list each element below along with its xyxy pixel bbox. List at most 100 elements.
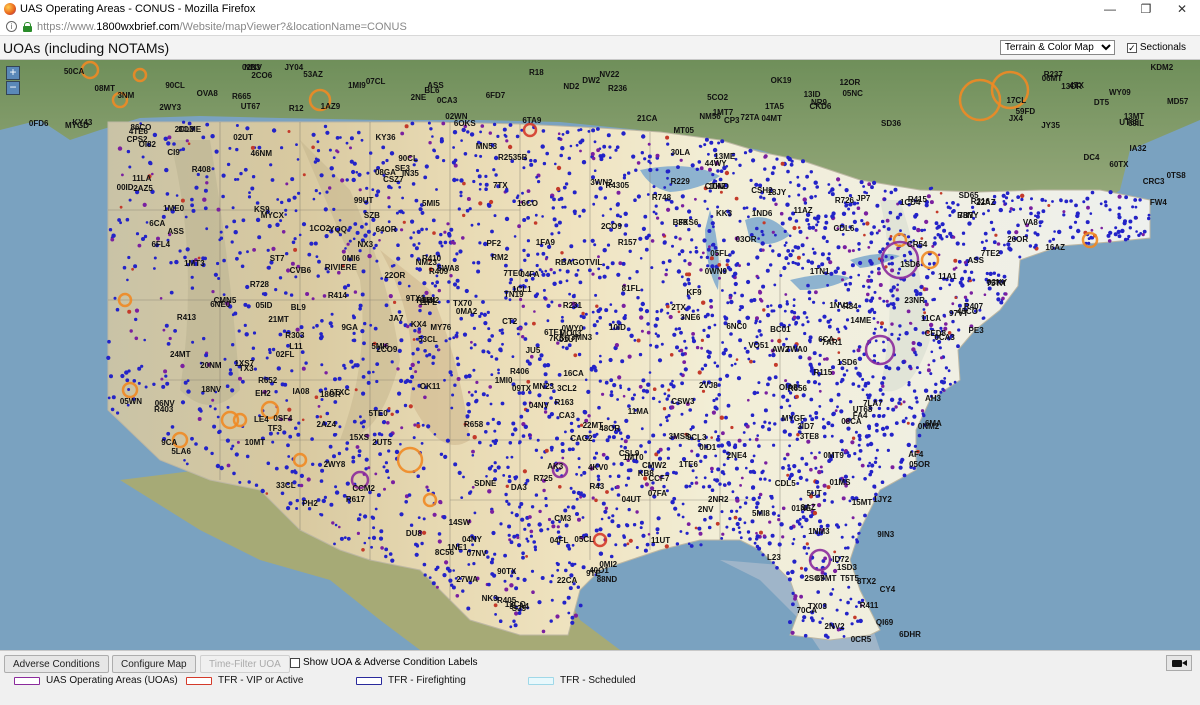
uoa-dot: [854, 366, 858, 370]
uoa-dot: [807, 546, 810, 550]
map-label: 05WN: [119, 396, 143, 406]
uoa-dot: [745, 496, 749, 499]
zoom-in-button[interactable]: +: [6, 66, 20, 80]
uoa-dot: [846, 451, 850, 455]
uoa-dot: [841, 233, 845, 236]
uoa-dot: [535, 263, 539, 268]
uoa-dot: [352, 331, 356, 335]
uoa-dot: [578, 280, 583, 285]
uoa-dot: [789, 162, 794, 167]
uoa-dot: [783, 229, 787, 233]
map-label: CRC3: [1142, 176, 1165, 186]
uoa-dot: [399, 378, 404, 383]
uoa-dot: [476, 260, 481, 265]
uoa-dot: [374, 243, 378, 248]
uoa-dot: [628, 249, 632, 253]
uoa-dot: [550, 598, 554, 602]
uoa-dot: [511, 355, 515, 358]
uoa-dot: [918, 371, 922, 375]
close-button[interactable]: ✕: [1164, 0, 1200, 18]
uoa-dot: [680, 381, 684, 386]
uoa-dot: [378, 452, 382, 456]
sectionals-checkbox[interactable]: ✓: [1126, 42, 1137, 53]
uoa-dot: [570, 620, 575, 625]
uoa-dot: [297, 421, 301, 425]
uoa-dot: [725, 373, 730, 378]
uoa-dot: [923, 388, 929, 393]
time-filter-button[interactable]: Time-Filter UOA: [200, 655, 290, 673]
uoa-dot: [703, 517, 707, 522]
uoa-dot: [420, 227, 424, 232]
uoa-dot: [204, 446, 209, 451]
uoa-dot: [595, 304, 599, 308]
info-icon[interactable]: i: [6, 21, 17, 32]
uoa-dot: [697, 526, 702, 531]
uoa-dot: [609, 393, 614, 398]
uoa-dot: [1073, 220, 1078, 224]
uoa-dot: [679, 372, 683, 376]
uoa-dot: [433, 149, 436, 153]
show-labels-toggle[interactable]: Show UOA & Adverse Condition Labels: [290, 657, 478, 668]
uoa-dot: [823, 357, 826, 361]
uoa-dot: [629, 333, 634, 338]
map-label: 10MT: [244, 437, 266, 447]
uoa-dot: [656, 531, 659, 535]
uoa-dot: [895, 215, 900, 220]
uoa-dot: [562, 600, 567, 605]
basemap-select[interactable]: Terrain & Color Map: [999, 40, 1115, 55]
map-label: 2SC7: [804, 573, 825, 583]
map-label: R403: [154, 405, 174, 415]
uoa-dot: [857, 522, 862, 527]
configure-map-button[interactable]: Configure Map: [112, 655, 196, 673]
zoom-out-button[interactable]: −: [6, 81, 20, 95]
uoa-dot: [887, 262, 891, 266]
uoa-dot: [851, 516, 855, 520]
uoa-dot: [222, 258, 226, 263]
uoa-dot: [623, 211, 628, 216]
uoa-dot: [679, 158, 683, 162]
map-view[interactable]: + − R163 ASS R157 CI9 BF9 BL6 KDM2 R229 ASS JX4 CA…: [0, 60, 1200, 650]
uoa-dot: [749, 359, 753, 364]
map-label: 6NE0: [210, 299, 231, 309]
adverse-conditions-button[interactable]: Adverse Conditions: [4, 655, 109, 673]
uoa-dot: [175, 194, 179, 197]
uoa-dot: [455, 356, 460, 360]
sectionals-toggle[interactable]: ✓ Sectionals: [1126, 42, 1186, 53]
restore-button[interactable]: ❐: [1128, 0, 1164, 18]
uoa-dot: [388, 552, 393, 556]
uoa-dot: [783, 457, 787, 461]
uoa-dot: [337, 451, 342, 456]
uoa-dot: [443, 454, 448, 459]
uoa-dot: [721, 532, 725, 536]
camera-icon[interactable]: [1166, 655, 1192, 671]
uoa-dot: [528, 433, 531, 436]
uoa-dot: [845, 318, 850, 322]
uoa-dot: [963, 261, 967, 264]
map-label: 20NM: [200, 361, 222, 371]
lock-icon[interactable]: [23, 21, 32, 32]
uoa-dot: [165, 381, 170, 386]
uoa-dot: [216, 415, 220, 419]
uoa-dot: [503, 579, 507, 583]
uoa-dot: [752, 360, 756, 363]
uoa-dot: [907, 381, 911, 384]
minimize-button[interactable]: —: [1092, 0, 1128, 18]
uoa-dot: [726, 403, 731, 408]
uoa-dot: [353, 363, 358, 368]
uoa-dot: [793, 245, 798, 249]
uoa-dot: [247, 480, 251, 484]
map-label: R163: [554, 398, 574, 408]
uoa-dot: [666, 176, 669, 180]
uoa-dot: [660, 221, 664, 225]
uoa-dot: [699, 255, 703, 259]
uoa-dot: [121, 173, 124, 177]
address-bar[interactable]: i https://www. 1800wxbrief.com/Website/ma…: [0, 18, 1200, 36]
uoa-dot: [314, 395, 319, 400]
uoa-dot: [897, 401, 901, 405]
show-labels-checkbox[interactable]: [290, 657, 300, 668]
uoa-dot: [638, 384, 643, 389]
uoa-dot: [628, 538, 633, 543]
uoa-dot: [689, 544, 694, 548]
uoa-dot: [421, 466, 426, 471]
uoa-dot: [1089, 212, 1093, 215]
